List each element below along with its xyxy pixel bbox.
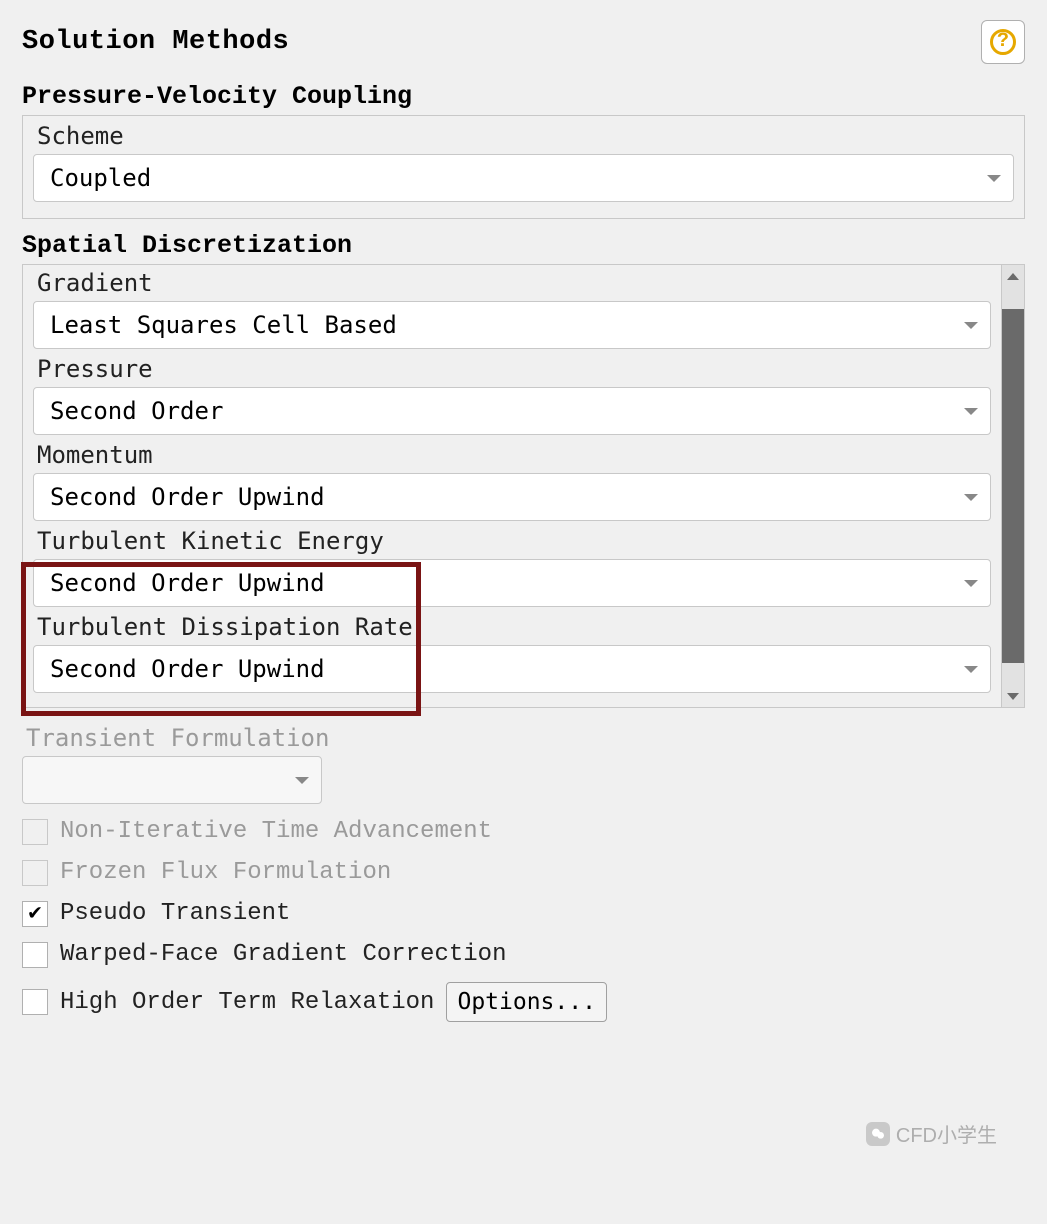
high-order-label: High Order Term Relaxation <box>60 989 434 1016</box>
pseudo-transient-label: Pseudo Transient <box>60 900 290 927</box>
chevron-down-icon <box>987 175 1001 182</box>
help-button[interactable]: ? <box>981 20 1025 64</box>
non-iterative-label: Non-Iterative Time Advancement <box>60 818 492 845</box>
tke-dropdown[interactable]: Second Order Upwind <box>33 559 991 607</box>
watermark-text: CFD小学生 <box>896 1119 997 1148</box>
tdr-dropdown[interactable]: Second Order Upwind <box>33 645 991 693</box>
pvc-section-title: Pressure-Velocity Coupling <box>22 82 1025 111</box>
tdr-label: Turbulent Dissipation Rate <box>37 613 991 641</box>
non-iterative-checkbox: ✔ <box>22 819 48 845</box>
solution-methods-panel: Solution Methods ? Pressure-Velocity Cou… <box>0 0 1047 1056</box>
check-icon: ✔ <box>28 903 41 925</box>
chevron-down-icon <box>295 777 309 784</box>
chevron-down-icon <box>964 494 978 501</box>
non-iterative-row: ✔ Non-Iterative Time Advancement <box>22 818 1025 845</box>
pseudo-transient-checkbox[interactable]: ✔ <box>22 901 48 927</box>
pvc-group: Scheme Coupled <box>22 115 1025 219</box>
high-order-row: ✔ High Order Term Relaxation Options... <box>22 982 1025 1022</box>
tke-label: Turbulent Kinetic Energy <box>37 527 991 555</box>
high-order-checkbox[interactable]: ✔ <box>22 989 48 1015</box>
spatial-section-title: Spatial Discretization <box>22 231 1025 260</box>
scheme-value: Coupled <box>50 164 151 192</box>
header-row: Solution Methods ? <box>22 20 1025 64</box>
transient-dropdown <box>22 756 322 804</box>
scheme-dropdown[interactable]: Coupled <box>33 154 1014 202</box>
frozen-flux-row: ✔ Frozen Flux Formulation <box>22 859 1025 886</box>
warped-face-row: ✔ Warped-Face Gradient Correction <box>22 941 1025 968</box>
warped-face-label: Warped-Face Gradient Correction <box>60 941 506 968</box>
options-button[interactable]: Options... <box>446 982 606 1022</box>
transient-label: Transient Formulation <box>26 724 1025 752</box>
tke-value: Second Order Upwind <box>50 569 325 597</box>
page-title: Solution Methods <box>22 27 289 57</box>
pressure-label: Pressure <box>37 355 991 383</box>
scheme-label: Scheme <box>37 122 1014 150</box>
gradient-value: Least Squares Cell Based <box>50 311 397 339</box>
pseudo-transient-row: ✔ Pseudo Transient <box>22 900 1025 927</box>
frozen-flux-checkbox: ✔ <box>22 860 48 886</box>
gradient-dropdown[interactable]: Least Squares Cell Based <box>33 301 991 349</box>
momentum-label: Momentum <box>37 441 991 469</box>
warped-face-checkbox[interactable]: ✔ <box>22 942 48 968</box>
spatial-scrollbar[interactable] <box>1001 264 1025 708</box>
wechat-icon <box>866 1122 890 1146</box>
tdr-value: Second Order Upwind <box>50 655 325 683</box>
chevron-down-icon <box>964 666 978 673</box>
scroll-down-icon[interactable] <box>1002 685 1024 707</box>
gradient-label: Gradient <box>37 269 991 297</box>
momentum-value: Second Order Upwind <box>50 483 325 511</box>
scroll-up-icon[interactable] <box>1002 265 1024 287</box>
pressure-dropdown[interactable]: Second Order <box>33 387 991 435</box>
chevron-down-icon <box>964 322 978 329</box>
spatial-group: Gradient Least Squares Cell Based Pressu… <box>22 264 1025 708</box>
watermark: CFD小学生 <box>866 1119 997 1148</box>
chevron-down-icon <box>964 408 978 415</box>
momentum-dropdown[interactable]: Second Order Upwind <box>33 473 991 521</box>
chevron-down-icon <box>964 580 978 587</box>
pressure-value: Second Order <box>50 397 223 425</box>
help-icon: ? <box>990 29 1016 55</box>
scroll-thumb[interactable] <box>1002 309 1024 663</box>
frozen-flux-label: Frozen Flux Formulation <box>60 859 391 886</box>
